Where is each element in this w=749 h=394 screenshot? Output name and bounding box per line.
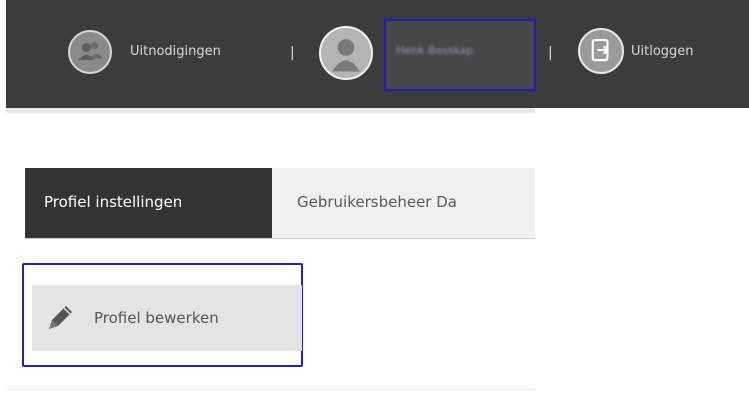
- tab-profile-settings[interactable]: Profiel instellingen: [25, 168, 272, 238]
- edit-profile-button[interactable]: Profiel bewerken: [32, 285, 302, 351]
- header-divider: [6, 108, 535, 113]
- user-avatar-icon[interactable]: [319, 26, 373, 80]
- invitations-link[interactable]: Uitnodigingen: [130, 43, 221, 61]
- tab-user-management[interactable]: Gebruikersbeheer Da: [272, 168, 535, 238]
- tab-divider: [25, 238, 535, 239]
- tab-label: Gebruikersbeheer Da: [297, 193, 457, 211]
- top-navigation-bar: Uitnodigingen | Henk Bosskap | Uitloggen: [6, 0, 749, 108]
- logout-icon[interactable]: [578, 28, 624, 74]
- tab-label: Profiel instellingen: [44, 193, 183, 211]
- username-text[interactable]: Henk Bosskap: [396, 44, 474, 57]
- invitations-icon[interactable]: [68, 30, 112, 74]
- edit-profile-highlight: Profiel bewerken: [22, 263, 303, 367]
- pencil-icon: [49, 306, 72, 329]
- content-divider: [6, 389, 535, 390]
- separator: |: [548, 45, 553, 61]
- edit-profile-label: Profiel bewerken: [94, 309, 219, 327]
- separator: |: [290, 45, 295, 61]
- username-highlight[interactable]: Henk Bosskap: [384, 19, 536, 91]
- logout-link[interactable]: Uitloggen: [631, 43, 694, 61]
